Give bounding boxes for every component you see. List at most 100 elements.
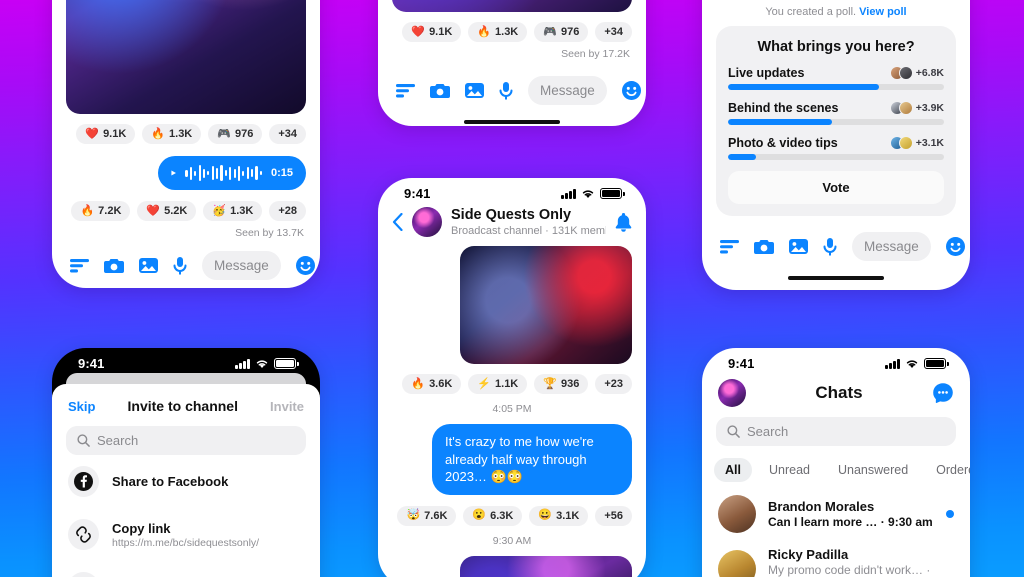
reaction-count: +34: [604, 26, 623, 38]
message-input[interactable]: Message: [852, 232, 931, 261]
tab-unanswered[interactable]: Unanswered: [827, 458, 919, 482]
reaction-count: 5.2K: [164, 205, 188, 217]
reaction-emoji: 🎮: [543, 25, 557, 38]
smiley-icon[interactable]: [945, 237, 965, 256]
avatar[interactable]: [718, 495, 756, 533]
reaction-pill-more[interactable]: +28: [269, 201, 306, 221]
share-row-facebook[interactable]: Share to Facebook: [52, 455, 320, 508]
sheet-header: Skip Invite to channel Invite: [52, 394, 320, 426]
reaction-pill[interactable]: 🔥 7.2K: [71, 201, 131, 221]
reaction-pill[interactable]: 😮 6.3K: [463, 505, 523, 526]
reaction-pill-more[interactable]: +34: [595, 22, 632, 42]
gallery-icon[interactable]: [465, 82, 484, 99]
smiley-icon[interactable]: [621, 81, 641, 100]
poll-note-text: You created a poll.: [765, 6, 857, 18]
message-bubble-outgoing[interactable]: It's crazy to me how we're already half …: [432, 424, 632, 495]
reaction-pill-more[interactable]: +56: [595, 505, 632, 526]
skip-button[interactable]: Skip: [68, 399, 95, 414]
reaction-pill[interactable]: 🤯 7.6K: [397, 505, 457, 526]
camera-icon[interactable]: [754, 238, 774, 255]
poll-option[interactable]: Live updates +6.8K: [728, 66, 944, 90]
reaction-pill[interactable]: 🔥 1.3K: [142, 124, 202, 144]
status-bar: 9:41: [378, 178, 646, 203]
search-placeholder: Search: [97, 433, 139, 448]
reaction-pill[interactable]: 🎮 976: [208, 124, 263, 144]
share-row-share-link[interactable]: Share link: [52, 561, 320, 577]
menu-icon[interactable]: [396, 83, 415, 98]
message-input[interactable]: Message: [528, 76, 607, 105]
menu-icon[interactable]: [720, 239, 739, 254]
reaction-pill[interactable]: ❤️ 9.1K: [76, 124, 136, 144]
microphone-icon[interactable]: [173, 256, 187, 275]
reaction-emoji: 🥳: [212, 204, 227, 217]
reaction-pill-more[interactable]: +23: [595, 374, 632, 394]
reaction-pill[interactable]: 🔥 3.6K: [402, 374, 462, 394]
battery-icon: [600, 188, 625, 199]
menu-icon[interactable]: [70, 258, 89, 273]
avatar[interactable]: [718, 550, 756, 577]
reaction-count: +23: [604, 378, 623, 390]
reaction-pill[interactable]: ⚡ 1.1K: [468, 374, 528, 394]
cellular-icon: [561, 188, 576, 199]
new-message-icon[interactable]: [932, 382, 954, 404]
broadcast-photo-2[interactable]: [392, 0, 632, 12]
microphone-icon[interactable]: [499, 81, 513, 100]
channel-photo-1[interactable]: [460, 246, 632, 364]
reaction-count: 3.1K: [556, 509, 580, 522]
camera-icon[interactable]: [104, 257, 124, 274]
tab-unread[interactable]: Unread: [758, 458, 821, 482]
channel-photo-2[interactable]: [460, 555, 632, 577]
chevron-left-icon[interactable]: [392, 213, 403, 231]
profile-avatar[interactable]: [718, 379, 746, 407]
message-input[interactable]: Message: [202, 251, 281, 280]
search-input[interactable]: Search: [716, 417, 956, 446]
gallery-icon[interactable]: [139, 257, 158, 274]
conversation-preview: Can I learn more … · 9:30 am: [768, 515, 933, 529]
voice-message-bubble[interactable]: 0:15: [158, 156, 306, 190]
search-input[interactable]: Search: [66, 426, 306, 455]
gallery-icon[interactable]: [789, 238, 808, 255]
cellular-icon: [235, 358, 250, 369]
share-row-title: Copy link: [112, 520, 171, 536]
reaction-count: 1.3K: [495, 26, 519, 38]
tab-ordered[interactable]: Ordered: [925, 458, 970, 482]
reaction-pill[interactable]: 🏆 936: [534, 374, 589, 394]
microphone-icon[interactable]: [823, 237, 837, 256]
phone-broadcast-center: ❤️ 9.1K 🔥 1.3K 🎮 976 +34 Seen by 17.2K M…: [378, 0, 646, 126]
reaction-count: 1.3K: [230, 205, 254, 217]
reaction-pill[interactable]: 🔥 1.3K: [468, 22, 528, 42]
reaction-count: 1.1K: [495, 378, 519, 390]
view-poll-link[interactable]: View poll: [859, 6, 906, 18]
reaction-pill[interactable]: 🥳 1.3K: [203, 201, 263, 221]
poll-option[interactable]: Photo & video tips +3.1K: [728, 136, 944, 160]
channel-avatar[interactable]: [412, 207, 442, 237]
broadcast-photo-1[interactable]: [66, 0, 306, 114]
battery-icon: [274, 358, 299, 369]
reaction-count: 6.3K: [490, 509, 514, 522]
phone-channel: 9:41 Side Quests Only Broadcast channel …: [378, 178, 646, 577]
invite-button[interactable]: Invite: [270, 399, 304, 414]
poll-created-note: You created a poll. View poll: [716, 0, 956, 26]
list-item[interactable]: Brandon Morales Can I learn more … · 9:3…: [702, 488, 970, 540]
conversation-preview: My promo code didn't work… · 9:21 am: [768, 563, 931, 577]
tab-all[interactable]: All: [714, 458, 752, 482]
search-icon: [77, 434, 90, 447]
smiley-icon[interactable]: [295, 256, 315, 275]
reaction-pill[interactable]: 😀 3.1K: [529, 505, 589, 526]
list-item[interactable]: Ricky Padilla My promo code didn't work……: [702, 540, 970, 577]
reaction-pill[interactable]: 🎮 976: [534, 22, 589, 42]
voter-avatars: [889, 136, 913, 150]
channel-header: Side Quests Only Broadcast channel · 131…: [378, 203, 646, 246]
reaction-pill-more[interactable]: +34: [269, 124, 306, 144]
reaction-pill[interactable]: ❤️ 5.2K: [137, 201, 197, 221]
bell-icon[interactable]: [615, 212, 632, 232]
vote-button[interactable]: Vote: [728, 171, 944, 204]
poll-option[interactable]: Behind the scenes +3.9K: [728, 101, 944, 125]
share-row-copy-link[interactable]: Copy link https://m.me/bc/sidequestsonly…: [52, 508, 320, 561]
message-timestamp: 9:30 AM: [492, 534, 532, 547]
phone-chats: 9:41 Chats Search All Unread Unanswered …: [702, 348, 970, 577]
reaction-pill[interactable]: ❤️ 9.1K: [402, 22, 462, 42]
composer-bar: Message: [378, 60, 646, 113]
camera-icon[interactable]: [430, 82, 450, 99]
wifi-icon: [906, 360, 918, 369]
